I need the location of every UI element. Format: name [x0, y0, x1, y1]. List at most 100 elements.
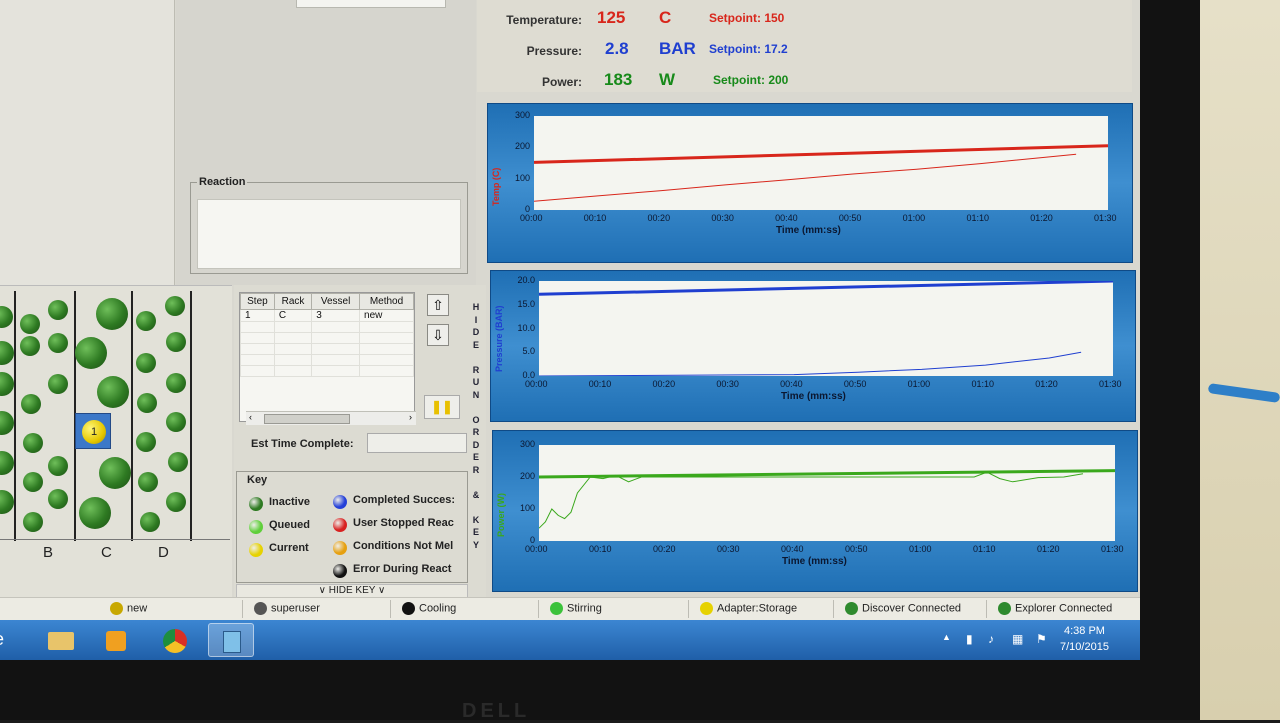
left-panel	[0, 0, 175, 285]
chart-svg	[539, 469, 1115, 529]
vessel-position[interactable]	[137, 393, 157, 413]
col-step[interactable]: Step	[240, 293, 275, 310]
side-text-char: E	[472, 527, 479, 537]
vessel-position[interactable]	[75, 337, 107, 369]
current-vessel[interactable]: 1	[75, 413, 111, 449]
power-unit: W	[659, 70, 676, 89]
method-field[interactable]	[296, 0, 446, 8]
x-tick-label: 00:10	[583, 213, 607, 223]
vessel-position[interactable]	[166, 412, 186, 432]
rack-label-d: D	[158, 544, 169, 561]
col-rack[interactable]: Rack	[273, 293, 313, 310]
col-vessel[interactable]: Vessel	[311, 293, 361, 310]
network-icon[interactable]: ▦	[1012, 632, 1023, 646]
side-text-char: R	[472, 364, 480, 375]
vessel-position[interactable]	[136, 311, 156, 331]
status-connected: Discover Connected	[845, 602, 961, 615]
vessel-position[interactable]	[166, 373, 186, 393]
horizontal-scrollbar[interactable]: ‹ ›	[246, 411, 416, 425]
x-tick-label: 00:00	[520, 213, 543, 223]
tray-expand-icon[interactable]: ▲	[942, 632, 951, 642]
file-explorer-button[interactable]	[38, 623, 84, 657]
chrome-button[interactable]	[152, 623, 198, 657]
vessel-position[interactable]	[23, 472, 43, 492]
vessel-position[interactable]	[140, 512, 160, 532]
media-player-button[interactable]	[93, 623, 139, 657]
vessel-position[interactable]	[0, 306, 13, 328]
x-tick-label: 01:30	[1099, 379, 1122, 389]
vessel-position[interactable]	[0, 341, 14, 365]
pause-button[interactable]: ❚❚	[424, 395, 460, 419]
x-tick-label: 01:00	[902, 213, 926, 223]
vessel-position[interactable]	[48, 333, 68, 353]
side-text-char	[470, 401, 482, 414]
vessel-position[interactable]	[21, 394, 41, 414]
cell-rack: C	[273, 309, 313, 322]
vessel-position[interactable]	[48, 374, 68, 394]
side-text-char: &	[472, 489, 480, 500]
clock-time: 4:38 PM	[1063, 625, 1105, 637]
status-stirring-indicator: Stirring	[550, 602, 602, 615]
vessel-position[interactable]	[96, 298, 128, 330]
vessel-rack: B C D	[0, 285, 232, 605]
status-label: new	[127, 602, 148, 615]
run-order-table[interactable]: Step Rack Vessel Method 1 C 3 new ‹ ›	[239, 292, 416, 425]
vessel-position[interactable]	[165, 296, 185, 316]
pressure-setpoint: Setpoint: 17.2	[709, 42, 788, 56]
reaction-textbox[interactable]	[197, 199, 461, 269]
power-label: Power:	[541, 75, 582, 89]
media-player-icon	[106, 631, 126, 651]
vessel-position[interactable]	[168, 452, 188, 472]
vessel-position[interactable]	[99, 457, 131, 489]
side-text-char: D	[472, 439, 480, 450]
vessel-position[interactable]	[23, 433, 43, 453]
key-dot-4	[333, 518, 347, 532]
stirring-indicator-icon	[550, 602, 563, 615]
vessel-position[interactable]	[48, 489, 68, 509]
vessel-position[interactable]	[0, 411, 14, 435]
hide-key-button[interactable]: ∨ HIDE KEY ∨	[236, 584, 468, 598]
clock[interactable]: 4:38 PM 7/10/2015	[1060, 623, 1109, 655]
vessel-position[interactable]	[0, 372, 14, 396]
table-row[interactable]: 1 C 3 new	[240, 309, 414, 322]
col-method[interactable]: Method	[359, 293, 414, 310]
vessel-position[interactable]	[23, 512, 43, 532]
start-button[interactable]: e	[0, 623, 16, 657]
vessel-position[interactable]	[166, 332, 186, 352]
vessel-position[interactable]	[48, 456, 68, 476]
battery-icon[interactable]: ▮	[966, 632, 973, 646]
adapter-icon	[700, 602, 713, 615]
vessel-position[interactable]	[48, 300, 68, 320]
vessel-position[interactable]	[136, 432, 156, 452]
measured-line	[539, 471, 1084, 529]
cell-vessel: 3	[311, 309, 361, 322]
scroll-thumb[interactable]	[264, 414, 350, 424]
scroll-right-icon[interactable]: ›	[409, 412, 412, 422]
move-up-button[interactable]: ⇧	[427, 294, 449, 316]
vessel-position[interactable]	[136, 353, 156, 373]
app-icon	[223, 631, 241, 653]
y-tick-label: 5.0	[522, 346, 535, 357]
vessel-position[interactable]	[0, 490, 14, 514]
status-adapter: Adapter:Storage	[700, 602, 797, 615]
key-dot-6	[333, 564, 347, 578]
hide-run-order-key-toggle[interactable]: H I D E R U N O R D E R & K E Y	[470, 301, 482, 551]
x-tick-label: 00:00	[525, 379, 548, 389]
rack-divider	[14, 291, 16, 541]
pause-icon: ❚❚	[431, 399, 453, 414]
synergy-app-button[interactable]	[208, 623, 254, 657]
volume-icon[interactable]: ♪	[988, 632, 994, 646]
vessel-position[interactable]	[79, 497, 111, 529]
key-item-label: Current	[269, 542, 309, 554]
vessel-position[interactable]	[138, 472, 158, 492]
vessel-position[interactable]	[0, 451, 14, 475]
status-divider	[986, 600, 987, 618]
status-divider	[390, 600, 391, 618]
scroll-left-icon[interactable]: ‹	[249, 412, 252, 422]
vessel-position[interactable]	[20, 336, 40, 356]
move-down-button[interactable]: ⇩	[427, 324, 449, 346]
vessel-position[interactable]	[166, 492, 186, 512]
vessel-position[interactable]	[20, 314, 40, 334]
flag-icon[interactable]: ⚑	[1036, 632, 1047, 646]
vessel-position[interactable]	[97, 376, 129, 408]
